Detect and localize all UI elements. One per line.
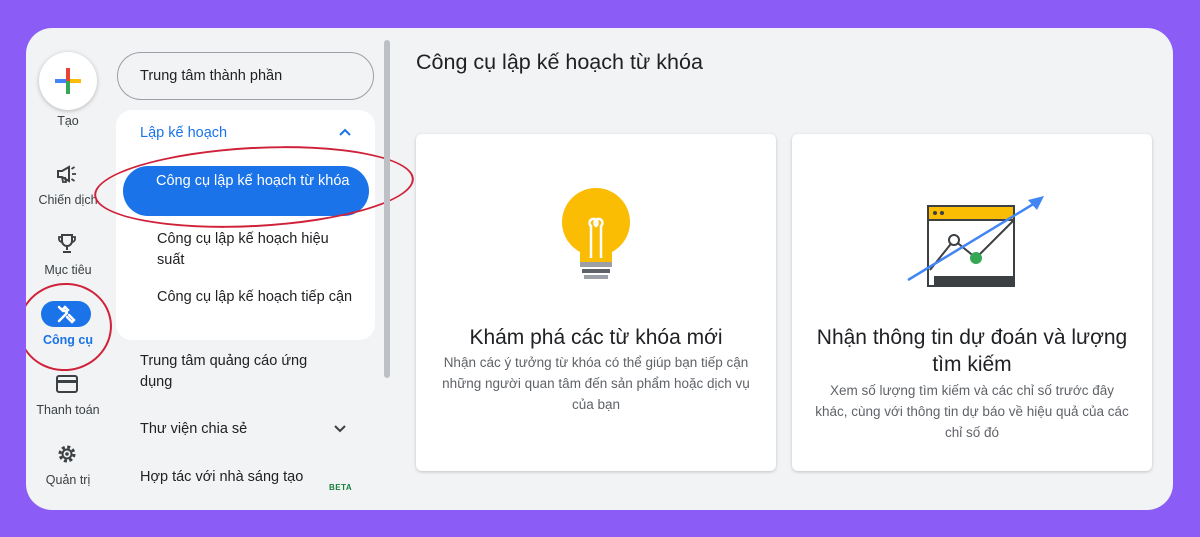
trend-chart-icon: [907, 196, 1044, 287]
planning-header[interactable]: Lập kế hoạch: [140, 125, 227, 141]
forecast-card[interactable]: Nhận thông tin dự đoán và lượng tìm kiếm…: [792, 134, 1152, 471]
lightbulb-icon: [562, 188, 630, 279]
megaphone-icon[interactable]: [54, 161, 80, 187]
create-button[interactable]: [39, 52, 97, 110]
main-content: Công cụ lập kế hoạch từ khóa Khám phá cá…: [390, 28, 1173, 510]
nav-item-reach-planner[interactable]: Công cụ lập kế hoạch tiếp cận: [157, 287, 357, 308]
annotation-circle: [92, 138, 416, 236]
page-title: Công cụ lập kế hoạch từ khóa: [416, 50, 703, 74]
nav-item-shared-library[interactable]: Thư viện chia sẻ: [140, 419, 340, 440]
tools-label: Công cụ: [43, 333, 93, 347]
card-description: Xem số lượng tìm kiếm và các chỉ số trướ…: [815, 383, 1129, 440]
card-title: Khám phá các từ khóa mới: [469, 326, 723, 349]
planning-section: Lập kế hoạch Công cụ lập kế hoạch từ khó…: [92, 110, 416, 340]
app-window: Tạo Chiến dịch Mục tiêu Công cụ Thanh to…: [26, 28, 1173, 510]
nav-item-app-ads-hub[interactable]: Trung tâm quảng cáo ứng dụng: [140, 351, 340, 393]
plus-icon: [55, 68, 81, 94]
billing-label: Thanh toán: [36, 403, 100, 417]
tools-icon: [57, 305, 76, 324]
goals-label: Mục tiêu: [44, 263, 92, 277]
tools-button[interactable]: [41, 301, 91, 327]
annotation-circle: [26, 276, 118, 378]
chevron-down-icon[interactable]: [332, 421, 348, 437]
nav-item-creator-partnerships[interactable]: Hợp tác với nhà sáng tạo: [140, 467, 310, 488]
beta-badge: BETA: [329, 483, 353, 492]
nav-item-performance-planner[interactable]: Công cụ lập kế hoạch hiệu suất: [157, 229, 357, 271]
chevron-up-icon[interactable]: [337, 124, 353, 140]
gear-icon[interactable]: [54, 441, 80, 467]
component-center-button[interactable]: Trung tâm thành phần: [117, 52, 374, 100]
component-center-label: Trung tâm thành phần: [140, 68, 283, 84]
trophy-icon[interactable]: [54, 231, 80, 257]
card-title: Nhận thông tin dự đoán và lượng tìm kiếm: [816, 326, 1128, 376]
admin-label: Quản trị: [45, 473, 91, 487]
left-rail: Tạo Chiến dịch Mục tiêu Công cụ Thanh to…: [26, 28, 118, 510]
discover-keywords-card[interactable]: Khám phá các từ khóa mới Nhận các ý tưởn…: [416, 134, 776, 471]
tools-navigation: Trung tâm thành phần Lập kế hoạch Công c…: [92, 28, 416, 510]
create-label: Tạo: [57, 114, 79, 128]
card-description: Nhận các ý tưởng từ khóa có thể giúp bạn…: [442, 355, 750, 412]
credit-card-icon[interactable]: [54, 371, 80, 397]
